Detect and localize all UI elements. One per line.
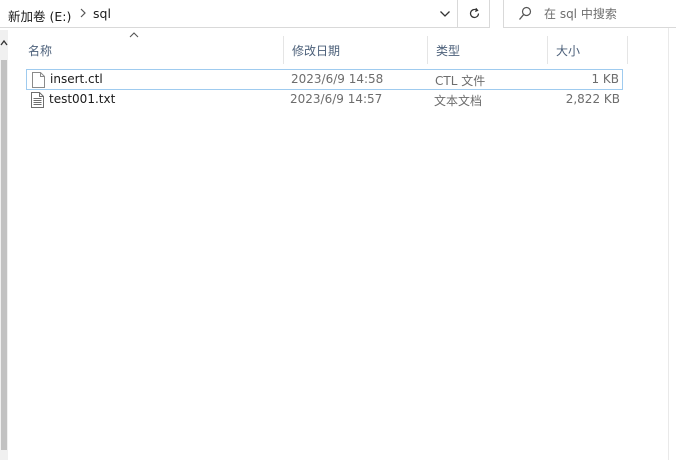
search-input[interactable]: [544, 5, 672, 23]
file-name: insert.ctl: [50, 72, 103, 86]
address-history-dropdown[interactable]: [432, 0, 458, 27]
breadcrumb-separator-icon[interactable]: [80, 6, 86, 23]
file-type: CTL 文件: [435, 74, 486, 88]
file-row-insert-ctl[interactable]: insert.ctl 2023/6/9 14:58 CTL 文件 1 KB: [26, 69, 623, 90]
column-header-row: 名称 修改日期 类型 大小: [20, 36, 628, 64]
refresh-button[interactable]: [459, 0, 490, 27]
scroll-up-arrow-icon[interactable]: [0, 38, 8, 48]
file-date-modified: 2023/6/9 14:57: [290, 92, 383, 106]
file-size: 1 KB: [591, 72, 619, 86]
file-name: test001.txt: [49, 92, 116, 106]
column-header-size[interactable]: 大小: [548, 36, 628, 64]
column-header-date-modified[interactable]: 修改日期: [284, 36, 428, 64]
breadcrumb-drive[interactable]: 新加卷 (E:): [8, 6, 71, 25]
search-box[interactable]: [503, 0, 676, 28]
column-header-type[interactable]: 类型: [428, 36, 548, 64]
content-pane-edge: [668, 28, 669, 460]
address-bar[interactable]: 新加卷 (E:) sql: [0, 0, 490, 28]
column-header-name[interactable]: 名称: [20, 36, 284, 64]
scrollbar-thumb[interactable]: [1, 60, 7, 450]
refresh-icon: [469, 7, 480, 19]
file-icon: [32, 72, 45, 88]
file-type: 文本文档: [434, 94, 483, 108]
file-size: 2,822 KB: [565, 92, 620, 106]
toolbar: 新加卷 (E:) sql: [0, 0, 676, 28]
breadcrumb-folder[interactable]: sql: [93, 6, 111, 21]
search-icon: [519, 6, 532, 20]
file-date-modified: 2023/6/9 14:58: [291, 72, 384, 86]
chevron-down-icon: [439, 10, 450, 17]
text-file-icon: [31, 92, 44, 108]
file-row-test001-txt[interactable]: test001.txt 2023/6/9 14:57 文本文档 2,822 KB: [26, 90, 623, 111]
